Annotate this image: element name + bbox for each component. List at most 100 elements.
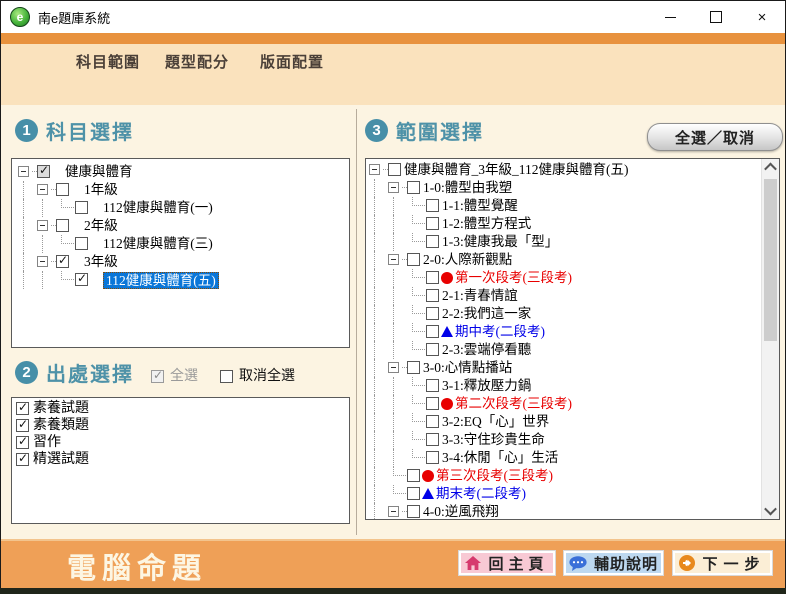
tree-checkbox[interactable] bbox=[407, 487, 420, 500]
tree-row[interactable]: 1-3:健康我最「型」 bbox=[369, 233, 779, 251]
tree-item-label[interactable]: 期末考(二段考) bbox=[436, 485, 526, 502]
tree-row[interactable]: 2年級 bbox=[18, 217, 349, 235]
tree-row[interactable]: 2-2:我們這一家 bbox=[369, 305, 779, 323]
tree-row[interactable]: 3-2:EQ「心」世界 bbox=[369, 413, 779, 431]
scrollbar-thumb[interactable] bbox=[764, 179, 777, 341]
tree-checkbox[interactable] bbox=[56, 183, 69, 196]
tree-checkbox[interactable] bbox=[388, 163, 401, 176]
expand-collapse-control[interactable] bbox=[388, 251, 407, 269]
tree-row[interactable]: 3-4:休閒「心」生活 bbox=[369, 449, 779, 467]
tree-checkbox[interactable] bbox=[75, 201, 88, 214]
tree-checkbox[interactable] bbox=[426, 433, 439, 446]
tree-checkbox[interactable] bbox=[56, 219, 69, 232]
deselect-all-checkbox[interactable] bbox=[220, 370, 233, 383]
expand-collapse-control[interactable] bbox=[388, 503, 407, 520]
tree-row[interactable]: 112健康與體育(五) bbox=[18, 271, 349, 289]
source-item-checkbox[interactable] bbox=[16, 453, 29, 466]
tree-item-label[interactable]: 1-1:體型覺醒 bbox=[442, 197, 518, 214]
source-list-item[interactable]: 精選試題 bbox=[16, 452, 349, 469]
tree-checkbox[interactable] bbox=[407, 253, 420, 266]
tree-checkbox[interactable] bbox=[426, 289, 439, 302]
tree-checkbox[interactable] bbox=[426, 325, 439, 338]
tree-row[interactable]: 第三次段考(三段考) bbox=[369, 467, 779, 485]
tree-checkbox[interactable] bbox=[407, 505, 420, 518]
tree-checkbox[interactable] bbox=[407, 181, 420, 194]
tree-row[interactable]: 健康與體育 bbox=[18, 163, 349, 181]
source-list-item[interactable]: 素養試題 bbox=[16, 401, 349, 418]
source-list-item[interactable]: 習作 bbox=[16, 435, 349, 452]
help-button[interactable]: 輔助說明 bbox=[563, 550, 664, 576]
tree-item-label[interactable]: 1-3:健康我最「型」 bbox=[442, 233, 558, 250]
scroll-down-button[interactable] bbox=[762, 502, 779, 519]
tree-item-label[interactable]: 期中考(二段考) bbox=[455, 323, 545, 340]
tree-item-label[interactable]: 3年級 bbox=[84, 253, 118, 270]
tree-row[interactable]: 1年級 bbox=[18, 181, 349, 199]
select-all-checkbox[interactable] bbox=[151, 370, 164, 383]
tree-row[interactable]: 2-0:人際新觀點 bbox=[369, 251, 779, 269]
tree-row[interactable]: 4-0:逆風飛翔 bbox=[369, 503, 779, 520]
tree-checkbox[interactable] bbox=[426, 451, 439, 464]
expand-collapse-control[interactable] bbox=[388, 359, 407, 377]
source-list-item[interactable]: 素養類題 bbox=[16, 418, 349, 435]
tree-checkbox[interactable] bbox=[426, 379, 439, 392]
tree-checkbox[interactable] bbox=[426, 271, 439, 284]
tree-row[interactable]: 2-3:雲端停看聽 bbox=[369, 341, 779, 359]
tree-item-label[interactable]: 112健康與體育(一) bbox=[103, 199, 213, 216]
tree-row[interactable]: 112健康與體育(三) bbox=[18, 235, 349, 253]
tree-item-label[interactable]: 1-0:體型由我塑 bbox=[423, 179, 512, 196]
tree-item-label[interactable]: 2-3:雲端停看聽 bbox=[442, 341, 531, 358]
source-item-label[interactable]: 素養類題 bbox=[33, 418, 89, 434]
tree-item-label[interactable]: 健康與體育_3年級_112健康與體育(五) bbox=[404, 161, 629, 178]
tree-item-label[interactable]: 3-3:守住珍貴生命 bbox=[442, 431, 545, 448]
expand-collapse-control[interactable] bbox=[37, 253, 56, 271]
source-item-checkbox[interactable] bbox=[16, 436, 29, 449]
tree-item-label[interactable]: 4-0:逆風飛翔 bbox=[423, 503, 499, 520]
tree-checkbox[interactable] bbox=[407, 469, 420, 482]
tree-checkbox[interactable] bbox=[426, 217, 439, 230]
tree-row[interactable]: 3年級 bbox=[18, 253, 349, 271]
tree-row[interactable]: 1-2:體型方程式 bbox=[369, 215, 779, 233]
tree-item-label[interactable]: 第二次段考(三段考) bbox=[455, 395, 572, 412]
tree-row[interactable]: 3-3:守住珍貴生命 bbox=[369, 431, 779, 449]
source-item-checkbox[interactable] bbox=[16, 402, 29, 415]
select-all-toggle-button[interactable]: 全選／取消 bbox=[647, 123, 783, 151]
tree-row[interactable]: 3-1:釋放壓力鍋 bbox=[369, 377, 779, 395]
scroll-up-button[interactable] bbox=[762, 159, 779, 176]
tree-row[interactable]: 健康與體育_3年級_112健康與體育(五) bbox=[369, 161, 779, 179]
vertical-scrollbar[interactable] bbox=[761, 159, 779, 519]
expand-collapse-control[interactable] bbox=[37, 217, 56, 235]
close-button[interactable]: × bbox=[739, 1, 785, 33]
next-step-button[interactable]: 下一步 bbox=[672, 550, 773, 576]
tree-row[interactable]: 第一次段考(三段考) bbox=[369, 269, 779, 287]
tree-row[interactable]: 期末考(二段考) bbox=[369, 485, 779, 503]
tree-item-label[interactable]: 112健康與體育(五) bbox=[103, 272, 219, 289]
tree-checkbox[interactable] bbox=[75, 237, 88, 250]
tree-checkbox[interactable] bbox=[426, 199, 439, 212]
tree-checkbox[interactable] bbox=[56, 255, 69, 268]
tree-item-label[interactable]: 第一次段考(三段考) bbox=[455, 269, 572, 286]
tree-item-label[interactable]: 3-4:休閒「心」生活 bbox=[442, 449, 558, 466]
tree-item-label[interactable]: 2-2:我們這一家 bbox=[442, 305, 531, 322]
tree-item-label[interactable]: 健康與體育 bbox=[65, 163, 133, 180]
tree-checkbox[interactable] bbox=[37, 165, 50, 178]
source-item-label[interactable]: 素養試題 bbox=[33, 401, 89, 417]
tree-checkbox[interactable] bbox=[407, 361, 420, 374]
tree-row[interactable]: 112健康與體育(一) bbox=[18, 199, 349, 217]
tree-item-label[interactable]: 3-2:EQ「心」世界 bbox=[442, 413, 549, 430]
tree-item-label[interactable]: 1年級 bbox=[84, 181, 118, 198]
tree-item-label[interactable]: 3-1:釋放壓力鍋 bbox=[442, 377, 531, 394]
tree-item-label[interactable]: 2-1:青春情誼 bbox=[442, 287, 518, 304]
source-item-checkbox[interactable] bbox=[16, 419, 29, 432]
expand-collapse-control[interactable] bbox=[369, 161, 388, 179]
tree-item-label[interactable]: 112健康與體育(三) bbox=[103, 235, 213, 252]
tree-checkbox[interactable] bbox=[426, 307, 439, 320]
tree-item-label[interactable]: 3-0:心情點播站 bbox=[423, 359, 512, 376]
tree-checkbox[interactable] bbox=[426, 343, 439, 356]
tree-row[interactable]: 期中考(二段考) bbox=[369, 323, 779, 341]
tree-checkbox[interactable] bbox=[426, 235, 439, 248]
expand-collapse-control[interactable] bbox=[37, 181, 56, 199]
tree-item-label[interactable]: 2年級 bbox=[84, 217, 118, 234]
tree-checkbox[interactable] bbox=[426, 415, 439, 428]
tree-item-label[interactable]: 第三次段考(三段考) bbox=[436, 467, 553, 484]
maximize-button[interactable] bbox=[693, 1, 739, 33]
